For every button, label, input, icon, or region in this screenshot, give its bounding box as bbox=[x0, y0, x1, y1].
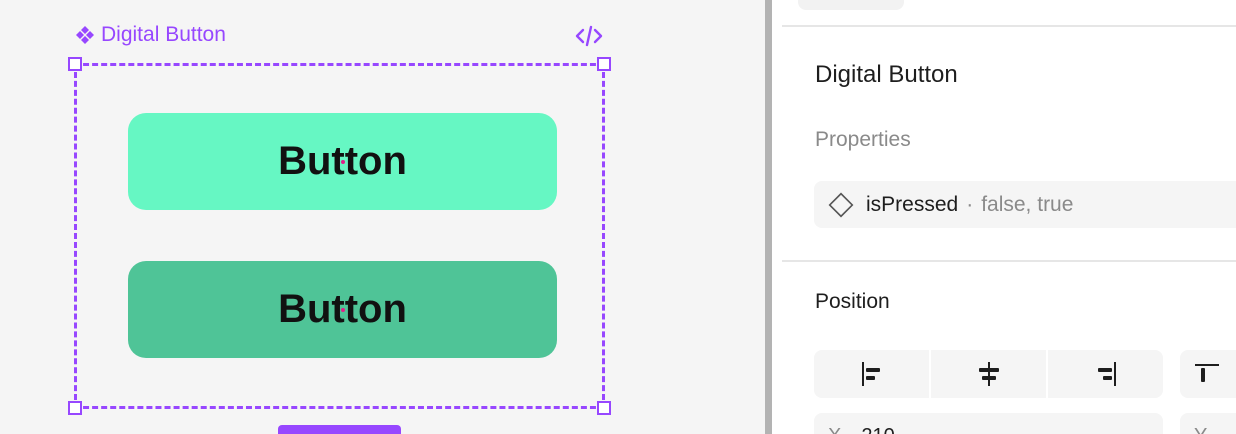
y-field-label: Y bbox=[1194, 425, 1207, 434]
position-heading: Position bbox=[815, 290, 890, 313]
component-set-name: Digital Button bbox=[101, 23, 226, 46]
design-canvas[interactable]: Digital Button Button Button bbox=[0, 0, 765, 434]
horizontal-align-group bbox=[814, 350, 1163, 398]
align-left-icon[interactable] bbox=[814, 350, 929, 398]
component-title: Digital Button bbox=[815, 61, 958, 88]
panel-divider[interactable] bbox=[765, 0, 772, 434]
properties-panel: Digital Button Properties isPressed · fa… bbox=[772, 0, 1236, 434]
component-icon bbox=[76, 26, 94, 44]
x-field-value: 210 bbox=[861, 425, 894, 434]
component-set-label[interactable]: Digital Button bbox=[75, 22, 226, 48]
button-variant-pressed[interactable]: Button bbox=[128, 261, 557, 358]
center-point-marker bbox=[340, 159, 345, 164]
properties-heading: Properties bbox=[815, 128, 911, 151]
x-position-field[interactable]: X 210 bbox=[814, 413, 1163, 434]
section-divider bbox=[782, 25, 1236, 27]
property-values: false, true bbox=[981, 192, 1074, 216]
property-name: isPressed bbox=[866, 192, 959, 216]
resize-handle-bottom-left[interactable] bbox=[68, 401, 82, 415]
align-horizontal-center-icon[interactable] bbox=[929, 350, 1046, 398]
panel-tab[interactable] bbox=[798, 0, 904, 10]
property-row-ispressed[interactable]: isPressed · false, true bbox=[814, 181, 1236, 228]
property-separator: · bbox=[966, 192, 974, 216]
selection-size-badge bbox=[278, 425, 401, 434]
x-field-label: X bbox=[828, 425, 841, 434]
component-set-frame[interactable]: Button Button bbox=[68, 57, 611, 415]
resize-handle-top-left[interactable] bbox=[68, 57, 82, 71]
center-point-marker bbox=[340, 307, 345, 312]
variant-diamond-icon bbox=[828, 192, 854, 217]
resize-handle-bottom-right[interactable] bbox=[597, 401, 611, 415]
y-position-field[interactable]: Y bbox=[1180, 413, 1236, 434]
button-variant-default[interactable]: Button bbox=[128, 113, 557, 210]
align-top-icon[interactable] bbox=[1180, 350, 1236, 398]
code-icon[interactable] bbox=[573, 23, 605, 49]
resize-handle-top-right[interactable] bbox=[597, 57, 611, 71]
align-right-icon[interactable] bbox=[1046, 350, 1163, 398]
section-divider bbox=[782, 260, 1236, 262]
